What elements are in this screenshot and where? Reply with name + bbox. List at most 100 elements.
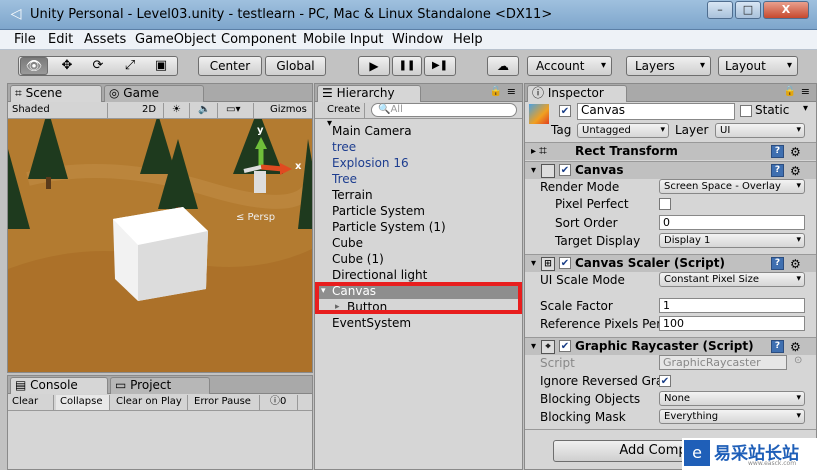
menu-file[interactable]: File — [14, 32, 36, 47]
sort-order-input[interactable]: 0 — [659, 215, 805, 230]
maximize-button[interactable]: □ — [735, 1, 761, 19]
message-count[interactable]: ⓘ0 — [266, 395, 298, 410]
scale-tool-icon[interactable]: ⤢ — [119, 57, 141, 75]
pixel-perfect-checkbox[interactable] — [659, 198, 671, 210]
tab-game[interactable]: ◎ Game — [104, 85, 204, 102]
shading-mode-dropdown[interactable]: Shaded — [8, 103, 108, 118]
window-title: Unity Personal - Level03.unity - testlea… — [30, 7, 553, 22]
help-book-icon[interactable]: ? — [771, 340, 784, 353]
menu-component[interactable]: Component — [221, 32, 296, 47]
menu-edit[interactable]: Edit — [48, 32, 73, 47]
menu-gameobject[interactable]: GameObject — [135, 32, 216, 47]
panel-menu-icon[interactable]: ≡ — [507, 85, 516, 98]
menu-help[interactable]: Help — [453, 32, 483, 47]
hierarchy-item[interactable]: Particle System — [315, 203, 523, 219]
collapse-button[interactable]: Collapse — [56, 395, 110, 410]
hierarchy-item[interactable]: Main Camera — [315, 123, 523, 139]
settings-gear-icon[interactable]: ⚙ — [790, 256, 801, 273]
blocking-objects-dropdown[interactable]: None — [659, 391, 805, 406]
hierarchy-item[interactable]: Cube — [315, 235, 523, 251]
clear-on-play-button[interactable]: Clear on Play — [112, 395, 188, 410]
rect-transform-header[interactable]: ▸ ⌗ Rect Transform ? ⚙ — [525, 142, 816, 160]
tab-project[interactable]: ▭ Project — [110, 377, 210, 394]
audio-toggle-icon[interactable]: 🔈 — [194, 103, 218, 118]
view-tool-eye-icon[interactable]: 👁 — [20, 57, 48, 75]
ignore-reversed-checkbox[interactable]: ✔ — [659, 375, 671, 387]
reference-pixels-input[interactable]: 100 — [659, 316, 805, 331]
move-tool-icon[interactable]: ✥ — [56, 57, 78, 75]
render-mode-dropdown[interactable]: Screen Space - Overlay — [659, 179, 805, 194]
foldout-arrow-icon[interactable]: ▸ — [531, 143, 536, 160]
persp-label[interactable]: ≤ Persp — [236, 212, 275, 223]
hierarchy-item[interactable]: Particle System (1) — [315, 219, 523, 235]
hierarchy-item[interactable]: Explosion 16 — [315, 155, 523, 171]
pivot-center-button[interactable]: Center — [198, 56, 262, 76]
account-dropdown[interactable]: Account — [527, 56, 612, 76]
hierarchy-search-input[interactable]: 🔍All — [371, 103, 517, 117]
foldout-arrow-icon[interactable]: ▾ — [531, 162, 536, 179]
create-dropdown[interactable]: Create ▾ — [319, 103, 365, 129]
clear-button[interactable]: Clear — [8, 395, 54, 410]
effects-dropdown-icon[interactable]: ▭▾ — [222, 103, 254, 118]
help-book-icon[interactable]: ? — [771, 257, 784, 270]
scaler-enabled-checkbox[interactable]: ✔ — [559, 257, 571, 269]
menu-assets[interactable]: Assets — [84, 32, 126, 47]
2d-toggle[interactable]: 2D — [138, 103, 164, 118]
pause-button[interactable]: ❚❚ — [392, 56, 422, 76]
layers-dropdown[interactable]: Layers — [626, 56, 711, 76]
target-display-dropdown[interactable]: Display 1 — [659, 233, 805, 248]
hierarchy-item[interactable]: Cube (1) — [315, 251, 523, 267]
menu-window[interactable]: Window — [392, 32, 443, 47]
static-dropdown-icon[interactable]: ▾ — [803, 103, 808, 114]
hierarchy-item[interactable]: Tree — [315, 171, 523, 187]
graphic-raycaster-header[interactable]: ▾ ⌖ ✔ Graphic Raycaster (Script) ? ⚙ — [525, 337, 816, 355]
axis-x-label: x — [295, 161, 302, 172]
rotate-tool-icon[interactable]: ⟳ — [87, 57, 109, 75]
hierarchy-item[interactable]: Terrain — [315, 187, 523, 203]
tab-hierarchy[interactable]: ☰ Hierarchy — [317, 85, 421, 102]
hierarchy-item-label: Explosion 16 — [332, 156, 409, 170]
tab-console[interactable]: ▤ Console — [10, 377, 108, 394]
foldout-arrow-icon[interactable]: ▾ — [531, 255, 536, 272]
canvas-enabled-checkbox[interactable]: ✔ — [559, 164, 571, 176]
help-book-icon[interactable]: ? — [771, 164, 784, 177]
settings-gear-icon[interactable]: ⚙ — [790, 339, 801, 356]
inspector-lock-icon[interactable]: 🔒 — [784, 86, 796, 97]
layer-dropdown[interactable]: UI — [715, 123, 805, 138]
error-pause-button[interactable]: Error Pause — [190, 395, 260, 410]
settings-gear-icon[interactable]: ⚙ — [790, 144, 801, 161]
lock-icon[interactable]: 🔒 — [490, 86, 502, 97]
hierarchy-item[interactable]: Directional light — [315, 267, 523, 283]
canvas-scaler-header[interactable]: ▾ ⊞ ✔ Canvas Scaler (Script) ? ⚙ — [525, 254, 816, 272]
settings-gear-icon[interactable]: ⚙ — [790, 163, 801, 180]
ui-scale-mode-dropdown[interactable]: Constant Pixel Size — [659, 272, 805, 287]
hierarchy-item[interactable]: tree — [315, 139, 523, 155]
close-button[interactable]: X — [763, 1, 809, 19]
tab-inspector[interactable]: ⓘ Inspector — [527, 85, 627, 102]
lighting-toggle-icon[interactable]: ☀ — [168, 103, 190, 118]
step-button[interactable]: ▶❚ — [424, 56, 456, 76]
object-picker-icon[interactable]: ⊙ — [794, 355, 802, 366]
tab-scene[interactable]: ⌗ Scene — [10, 85, 102, 102]
cloud-icon[interactable]: ☁ — [487, 56, 519, 76]
tag-dropdown[interactable]: Untagged — [577, 123, 669, 138]
help-book-icon[interactable]: ? — [771, 145, 784, 158]
object-name-input[interactable]: Canvas — [577, 103, 735, 120]
minimize-button[interactable]: – — [707, 1, 733, 19]
foldout-arrow-icon[interactable]: ▾ — [531, 338, 536, 355]
rect-tool-icon[interactable]: ▣ — [150, 57, 172, 75]
scale-factor-input[interactable]: 1 — [659, 298, 805, 313]
hierarchy-item[interactable]: EventSystem — [315, 315, 523, 331]
active-checkbox[interactable]: ✔ — [559, 105, 571, 117]
static-checkbox[interactable] — [740, 105, 752, 117]
inspector-menu-icon[interactable]: ≡ — [801, 85, 810, 98]
layout-dropdown[interactable]: Layout — [718, 56, 798, 76]
canvas-header[interactable]: ▾ ✔ Canvas ? ⚙ — [525, 161, 816, 179]
play-button[interactable]: ▶ — [358, 56, 390, 76]
menu-mobile-input[interactable]: Mobile Input — [303, 32, 383, 47]
scene-viewport[interactable]: y x ≤ Persp — [8, 119, 312, 372]
raycaster-enabled-checkbox[interactable]: ✔ — [559, 340, 571, 352]
global-toggle-button[interactable]: Global — [265, 56, 326, 76]
blocking-mask-dropdown[interactable]: Everything — [659, 409, 805, 424]
gizmos-dropdown[interactable]: Gizmos — [266, 103, 314, 118]
